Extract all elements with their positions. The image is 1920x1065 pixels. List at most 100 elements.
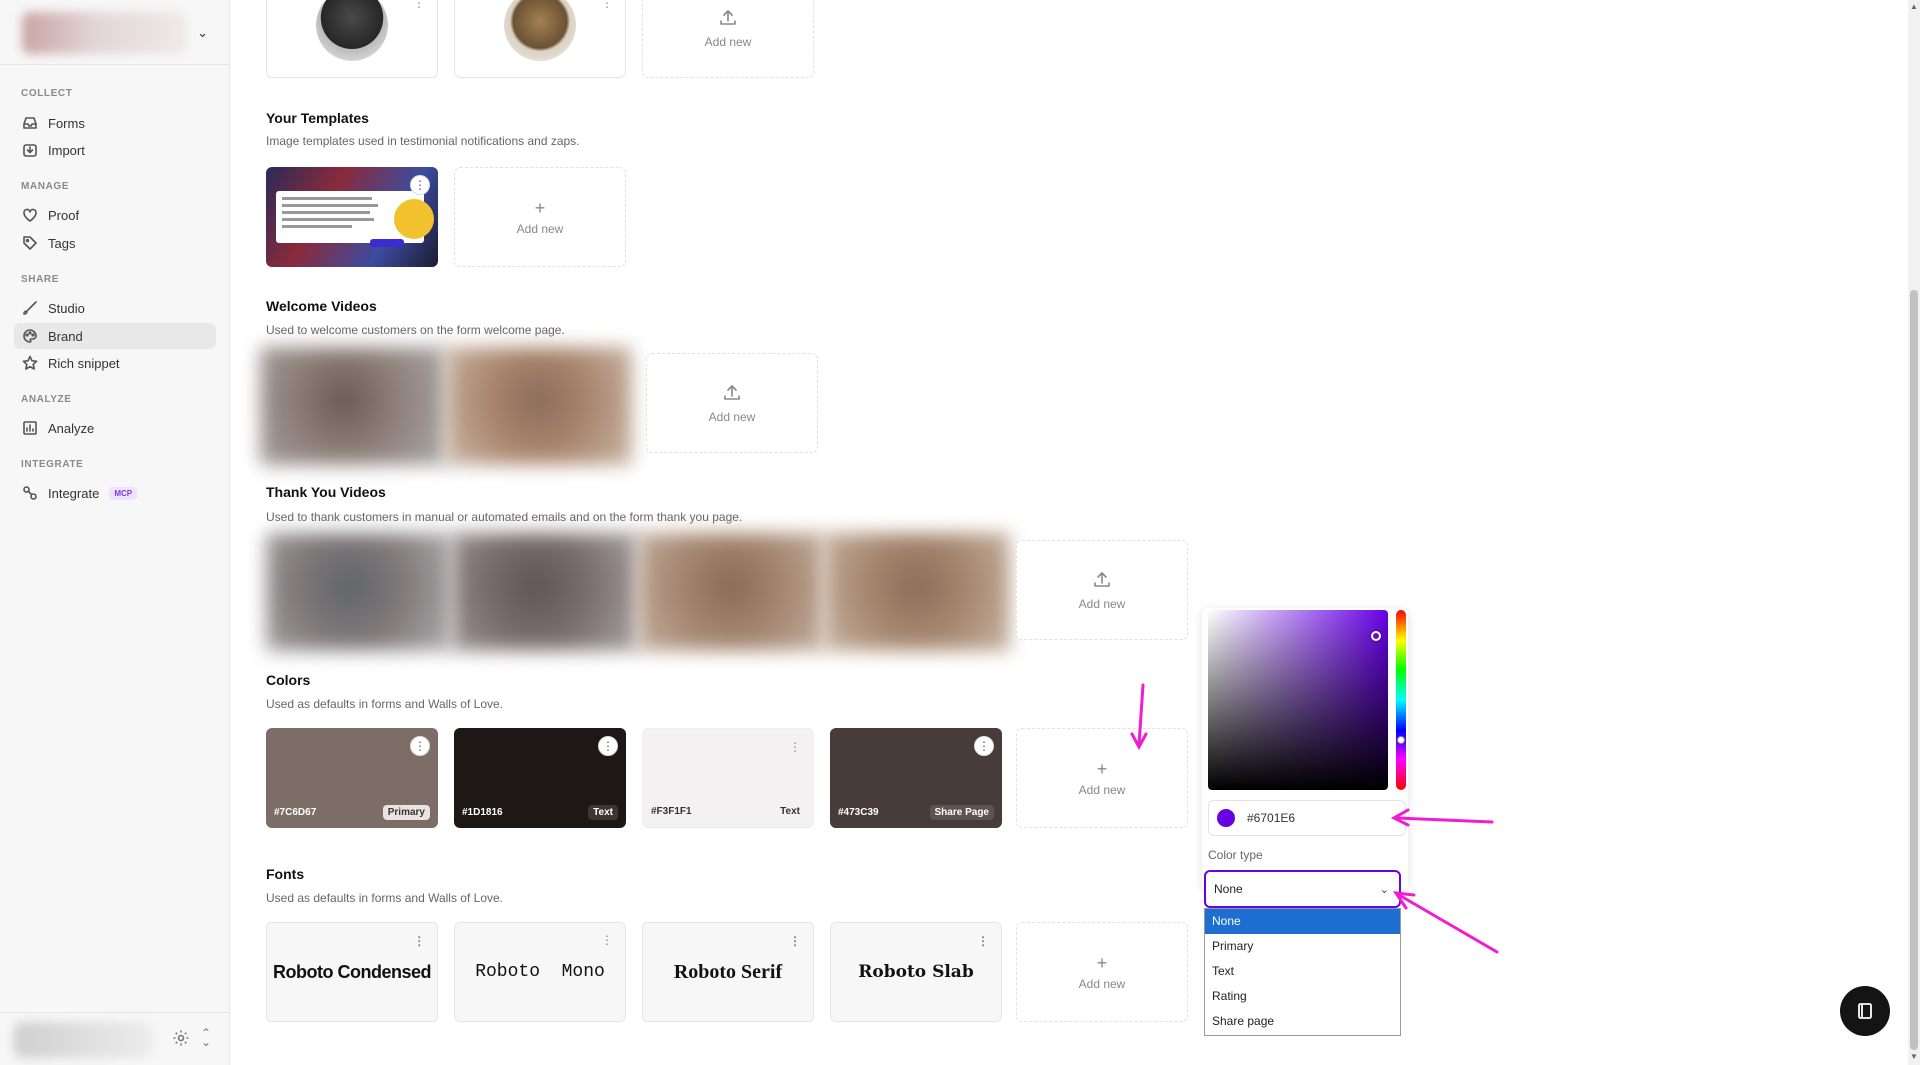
- option-primary[interactable]: Primary: [1205, 934, 1400, 959]
- avatar-tile-cat[interactable]: ⋮: [454, 0, 626, 78]
- nav-section-manage: MANAGE: [21, 181, 70, 192]
- add-new-label: Add new: [1078, 596, 1126, 611]
- scroll-thumb[interactable]: [1910, 290, 1918, 1050]
- sidebar-item-integrate[interactable]: Integrate MCP: [14, 480, 216, 506]
- option-rating[interactable]: Rating: [1205, 984, 1400, 1009]
- plug-icon: [22, 485, 38, 501]
- add-template-button[interactable]: + Add new: [454, 167, 626, 267]
- font-tile-roboto-condensed[interactable]: Roboto Condensed ⋮: [266, 922, 438, 1022]
- chevron-updown-icon: ⌃ ⌄: [200, 1026, 212, 1049]
- font-tile-roboto-mono[interactable]: Roboto Mono ⋮: [454, 922, 626, 1022]
- option-share-page[interactable]: Share page: [1205, 1009, 1400, 1034]
- color-swatch-tile[interactable]: ⋮ #F3F1F1 Text: [642, 728, 814, 828]
- plus-icon: +: [1096, 759, 1108, 779]
- settings-button[interactable]: [172, 1029, 190, 1047]
- scroll-up-icon[interactable]: ▲: [1909, 2, 1919, 11]
- avatar: [316, 0, 388, 61]
- video-thumbnail-blurred[interactable]: [266, 533, 452, 651]
- scroll-down-icon[interactable]: ▼: [1909, 1052, 1919, 1061]
- sidebar-item-proof[interactable]: Proof: [14, 202, 216, 228]
- inbox-icon: [22, 115, 38, 131]
- saturation-value-area[interactable]: [1208, 610, 1388, 790]
- more-options-icon[interactable]: ⋮: [598, 736, 618, 756]
- colors-title: Colors: [266, 672, 311, 688]
- video-thumbnail-blurred[interactable]: [452, 533, 638, 651]
- color-type-select[interactable]: None ⌄: [1204, 870, 1401, 908]
- sidebar-item-import[interactable]: Import: [14, 137, 216, 163]
- sidebar-item-label: Proof: [48, 207, 80, 223]
- sidebar-item-brand[interactable]: Brand: [14, 323, 216, 349]
- chart-icon: [22, 420, 38, 436]
- book-icon: [1858, 1003, 1872, 1019]
- color-type-dropdown: None Primary Text Rating Share page: [1204, 908, 1401, 1036]
- tag-icon: [22, 235, 38, 251]
- nav-section-collect: COLLECT: [21, 88, 73, 99]
- add-avatar-button[interactable]: Add new: [642, 0, 814, 78]
- nav-section-integrate: INTEGRATE: [21, 459, 84, 470]
- font-tile-roboto-serif[interactable]: Roboto Serif ⋮: [642, 922, 814, 1022]
- user-account-blurred[interactable]: [14, 1022, 152, 1058]
- help-button[interactable]: [1840, 986, 1890, 1036]
- hue-slider[interactable]: [1396, 610, 1406, 790]
- color-swatch-tile[interactable]: ⋮ #473C39 Share Page: [830, 728, 1002, 828]
- more-options-icon[interactable]: ⋮: [785, 737, 805, 757]
- video-thumbnail-blurred[interactable]: [260, 347, 446, 465]
- color-swatch-tile[interactable]: ⋮ #1D1816 Text: [454, 728, 626, 828]
- sidebar-item-label: Analyze: [48, 420, 95, 436]
- color-swatch-tile[interactable]: ⋮ #7C6D67 Primary: [266, 728, 438, 828]
- color-type-badge: Text: [588, 805, 618, 820]
- sidebar-item-label: Tags: [48, 235, 76, 251]
- more-options-icon[interactable]: ⋮: [410, 175, 430, 195]
- sidebar-item-forms[interactable]: Forms: [14, 110, 216, 136]
- templates-subtitle: Image templates used in testimonial noti…: [266, 134, 580, 148]
- text-line: [282, 197, 372, 200]
- more-options-icon[interactable]: ⋮: [974, 736, 994, 756]
- more-options-icon[interactable]: ⋮: [409, 0, 429, 13]
- colors-subtitle: Used as defaults in forms and Walls of L…: [266, 697, 503, 711]
- fonts-title: Fonts: [266, 866, 305, 882]
- font-tile-roboto-slab[interactable]: Roboto Slab ⋮: [830, 922, 1002, 1022]
- more-options-icon[interactable]: ⋮: [785, 931, 805, 951]
- more-options-icon[interactable]: ⋮: [409, 931, 429, 951]
- color-type-badge: Primary: [382, 805, 430, 820]
- color-type-badge: Text: [775, 804, 805, 819]
- saturation-handle[interactable]: [1371, 631, 1381, 641]
- video-thumbnail-blurred[interactable]: [638, 533, 824, 651]
- sidebar-item-tags[interactable]: Tags: [14, 230, 216, 256]
- color-type-badge: Share Page: [929, 805, 994, 820]
- color-hex-label: #7C6D67: [274, 807, 317, 818]
- template-tile[interactable]: ⋮: [266, 167, 438, 267]
- text-line: [282, 218, 374, 221]
- option-none[interactable]: None: [1205, 909, 1400, 934]
- hex-color-input[interactable]: #6701E6: [1208, 800, 1406, 836]
- text-line: [282, 211, 370, 214]
- add-font-button[interactable]: + Add new: [1016, 922, 1188, 1022]
- add-welcome-video-button[interactable]: Add new: [646, 353, 818, 453]
- welcome-videos-title: Welcome Videos: [266, 298, 377, 314]
- heart-icon: [22, 207, 38, 223]
- plus-icon: +: [534, 198, 546, 218]
- more-options-icon[interactable]: ⋮: [597, 931, 617, 951]
- scrollbar[interactable]: ▲ ▼: [1908, 0, 1920, 1065]
- hue-handle[interactable]: [1397, 736, 1405, 744]
- video-thumbnail-blurred[interactable]: [446, 347, 632, 465]
- sidebar-item-label: Import: [48, 142, 85, 158]
- workspace-switcher[interactable]: ⌄: [12, 8, 218, 58]
- text-line: [282, 225, 352, 228]
- more-options-icon[interactable]: ⋮: [597, 0, 617, 13]
- video-thumbnail-blurred[interactable]: [824, 533, 1010, 651]
- color-preview-swatch: [1217, 809, 1235, 827]
- sidebar-item-analyze[interactable]: Analyze: [14, 415, 216, 441]
- expand-toggle[interactable]: ⌃ ⌄: [198, 1026, 214, 1049]
- add-new-label: Add new: [516, 222, 564, 236]
- add-thank-you-video-button[interactable]: Add new: [1016, 540, 1188, 640]
- more-options-icon[interactable]: ⋮: [973, 931, 993, 951]
- sidebar-item-rich-snippet[interactable]: Rich snippet: [14, 350, 216, 376]
- more-options-icon[interactable]: ⋮: [410, 736, 430, 756]
- color-type-label: Color type: [1208, 848, 1263, 862]
- option-text[interactable]: Text: [1205, 959, 1400, 984]
- add-color-button[interactable]: + Add new: [1016, 728, 1188, 828]
- gear-icon: [173, 1030, 189, 1046]
- avatar-tile-dog[interactable]: ⋮: [266, 0, 438, 78]
- sidebar-item-studio[interactable]: Studio: [14, 295, 216, 321]
